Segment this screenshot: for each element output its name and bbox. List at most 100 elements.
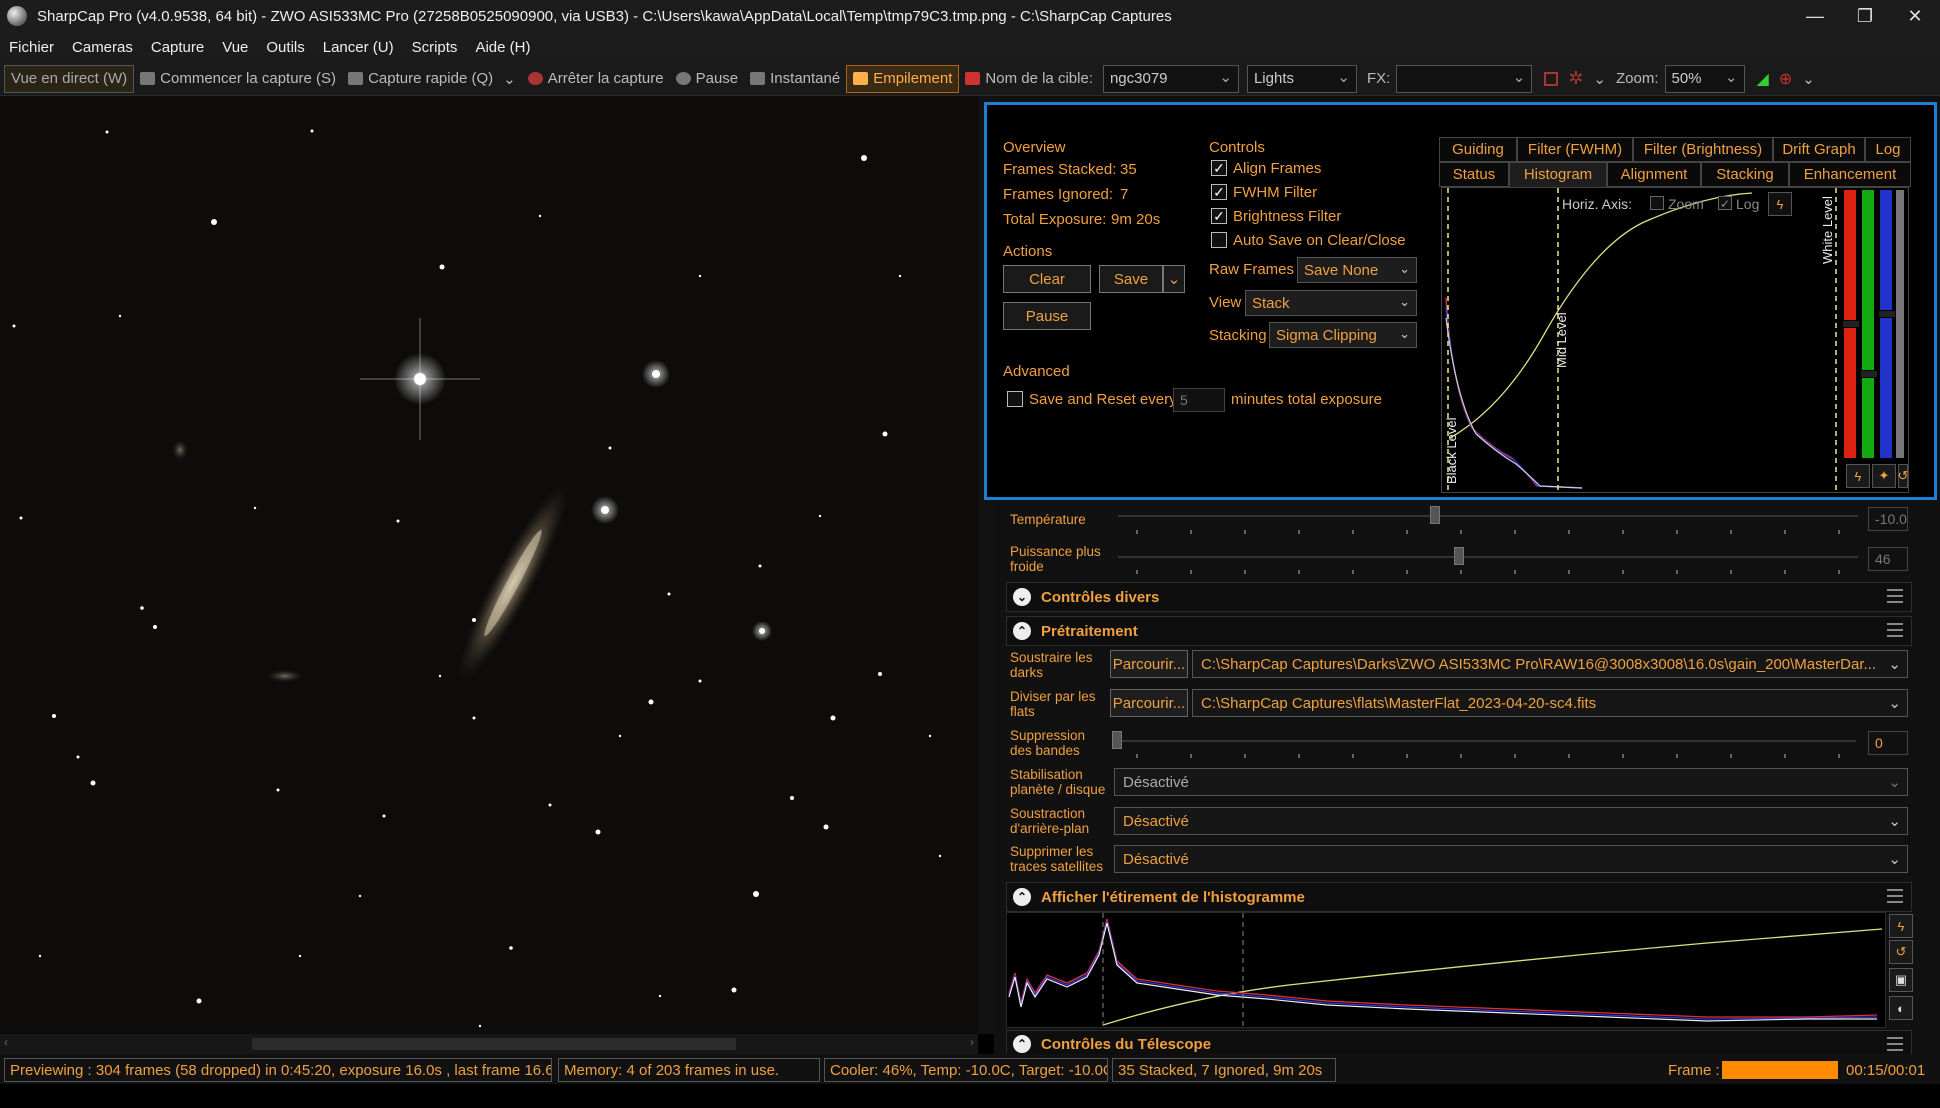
- pause-stack-button[interactable]: Pause: [1003, 302, 1091, 330]
- stacking-mode-select[interactable]: Sigma Clipping ⌄: [1269, 322, 1417, 348]
- minimize-button[interactable]: —: [1790, 0, 1840, 32]
- stop-capture-button[interactable]: Arrêter la capture: [522, 65, 670, 93]
- fwhm-filter-checkbox[interactable]: ✓: [1211, 184, 1227, 200]
- chevron-up-icon[interactable]: ⌃: [1013, 888, 1031, 906]
- horizontal-scrollbar[interactable]: ‹ ›: [0, 1034, 978, 1054]
- green-slider-handle[interactable]: [1860, 370, 1878, 378]
- darks-path-select[interactable]: C:\SharpCap Captures\Darks\ZWO ASI533MC …: [1192, 650, 1908, 678]
- tab-stacking[interactable]: Stacking: [1701, 162, 1789, 187]
- tab-enhancement[interactable]: Enhancement: [1789, 162, 1911, 187]
- tab-guiding[interactable]: Guiding: [1439, 137, 1517, 162]
- stack-histogram[interactable]: Horiz. Axis: Zoom ✓ Log ϟ Black Level Mi…: [1441, 187, 1909, 493]
- histogram-icon[interactable]: ◢: [1757, 69, 1769, 89]
- restore-button[interactable]: ❐: [1840, 0, 1890, 32]
- menu-icon[interactable]: [1887, 889, 1903, 903]
- menu-lancer[interactable]: Lancer (U): [314, 39, 403, 56]
- browse-darks-button[interactable]: Parcourir...: [1110, 650, 1188, 678]
- menu-icon[interactable]: [1887, 623, 1903, 637]
- menu-scripts[interactable]: Scripts: [403, 39, 467, 56]
- save-icon[interactable]: ▣: [1889, 968, 1913, 992]
- fx-select[interactable]: [1396, 64, 1533, 93]
- quick-capture-button[interactable]: Capture rapide (Q) ⌄: [342, 65, 522, 93]
- view-select[interactable]: Stack ⌄: [1245, 290, 1417, 316]
- zoom-checkbox[interactable]: [1650, 196, 1664, 210]
- misc-controls-section[interactable]: ⌄ Contrôles divers: [1006, 582, 1912, 612]
- chevron-up-icon[interactable]: ⌃: [1013, 1035, 1031, 1053]
- sparkle-icon[interactable]: ✦: [1872, 464, 1896, 488]
- close-button[interactable]: ✕: [1890, 0, 1940, 32]
- banding-slider[interactable]: [1116, 740, 1856, 742]
- auto-stretch-icon[interactable]: ϟ: [1768, 192, 1792, 216]
- log-checkbox[interactable]: ✓: [1718, 196, 1732, 211]
- banding-value[interactable]: 0: [1868, 731, 1908, 755]
- brightness-filter-checkbox[interactable]: ✓: [1211, 208, 1227, 224]
- menu-aide[interactable]: Aide (H): [466, 39, 539, 56]
- raw-frames-select[interactable]: Save None ⌄: [1297, 257, 1417, 283]
- chevron-down-icon[interactable]: ⌄: [1593, 70, 1606, 88]
- preprocessing-section[interactable]: ⌃ Prétraitement: [1006, 616, 1912, 646]
- tab-drift-graph[interactable]: Drift Graph: [1773, 137, 1865, 162]
- zoom-select[interactable]: 50%: [1664, 64, 1745, 93]
- tab-alignment[interactable]: Alignment: [1607, 162, 1701, 187]
- align-frames-checkbox[interactable]: ✓: [1211, 160, 1227, 176]
- temperature-value[interactable]: -10.0: [1868, 507, 1908, 531]
- save-reset-checkbox[interactable]: [1007, 391, 1023, 407]
- blue-slider-handle[interactable]: [1878, 310, 1896, 318]
- zoom-target-icon[interactable]: ⊕: [1779, 69, 1792, 89]
- horizontal-scroll-thumb[interactable]: [252, 1038, 736, 1050]
- rect-select-icon[interactable]: [1544, 71, 1559, 86]
- chevron-down-icon[interactable]: ⌄: [1802, 70, 1815, 88]
- stacking-button[interactable]: Empilement: [846, 64, 960, 93]
- tab-filter-fwhm[interactable]: Filter (FWHM): [1517, 137, 1633, 162]
- menu-outils[interactable]: Outils: [257, 39, 313, 56]
- display-stretch-histogram[interactable]: [1006, 912, 1886, 1029]
- chevron-down-icon[interactable]: ⌄: [1013, 588, 1031, 606]
- save-reset-minutes-input[interactable]: 5: [1173, 388, 1225, 412]
- chevron-down-icon[interactable]: ⌄: [503, 70, 516, 88]
- blue-level-bar[interactable]: [1880, 190, 1892, 458]
- auto-stretch-icon[interactable]: ϟ: [1846, 464, 1870, 488]
- satellite-removal-select[interactable]: Désactivé ⌄: [1114, 845, 1908, 873]
- scroll-right-icon[interactable]: ›: [970, 1035, 974, 1049]
- red-slider-handle[interactable]: [1842, 320, 1860, 328]
- cooler-power-value[interactable]: 46: [1868, 547, 1908, 571]
- cooler-power-slider[interactable]: [1118, 556, 1858, 558]
- chevron-up-icon[interactable]: ⌃: [1013, 622, 1031, 640]
- cooler-power-slider-thumb[interactable]: [1454, 547, 1464, 565]
- live-image-viewport[interactable]: [0, 96, 978, 1034]
- temperature-slider-thumb[interactable]: [1430, 506, 1440, 524]
- tab-histogram[interactable]: Histogram: [1509, 162, 1607, 187]
- scroll-left-icon[interactable]: ‹: [4, 1035, 8, 1049]
- menu-vue[interactable]: Vue: [213, 39, 257, 56]
- contrast-icon[interactable]: ◐: [1889, 996, 1913, 1020]
- rgb-level-bars[interactable]: [1842, 190, 1906, 458]
- tab-status[interactable]: Status: [1439, 162, 1509, 187]
- flats-path-select[interactable]: C:\SharpCap Captures\flats\MasterFlat_20…: [1192, 689, 1908, 717]
- target-name-select[interactable]: ngc3079: [1102, 64, 1239, 93]
- clear-button[interactable]: Clear: [1003, 265, 1091, 293]
- luminance-level-bar[interactable]: [1896, 190, 1904, 458]
- green-level-bar[interactable]: [1862, 190, 1874, 458]
- reset-icon[interactable]: ↺: [1889, 940, 1913, 964]
- frame-type-select[interactable]: Lights: [1246, 64, 1357, 93]
- browse-flats-button[interactable]: Parcourir...: [1110, 689, 1188, 717]
- histogram-stretch-section[interactable]: ⌃ Afficher l'étirement de l'histogramme: [1006, 882, 1912, 912]
- banding-slider-thumb[interactable]: [1112, 731, 1122, 749]
- background-subtraction-select[interactable]: Désactivé ⌄: [1114, 807, 1908, 835]
- snapshot-button[interactable]: Instantané: [744, 65, 846, 93]
- menu-icon[interactable]: [1887, 589, 1903, 603]
- menu-cameras[interactable]: Cameras: [63, 39, 142, 56]
- auto-stretch-icon[interactable]: ϟ: [1889, 914, 1913, 938]
- menu-capture[interactable]: Capture: [142, 39, 213, 56]
- planet-stabilization-select[interactable]: Désactivé ⌄: [1114, 768, 1908, 796]
- pause-button[interactable]: Pause: [670, 65, 745, 93]
- menu-icon[interactable]: [1887, 1037, 1903, 1051]
- tab-log[interactable]: Log: [1865, 137, 1911, 162]
- save-button[interactable]: Save: [1099, 265, 1163, 293]
- reset-icon[interactable]: ↺: [1898, 464, 1908, 488]
- start-capture-button[interactable]: Commencer la capture (S): [134, 65, 342, 93]
- auto-save-checkbox[interactable]: [1211, 232, 1227, 248]
- tab-filter-brightness[interactable]: Filter (Brightness): [1633, 137, 1773, 162]
- temperature-slider[interactable]: [1118, 515, 1858, 517]
- menu-fichier[interactable]: Fichier: [0, 39, 63, 56]
